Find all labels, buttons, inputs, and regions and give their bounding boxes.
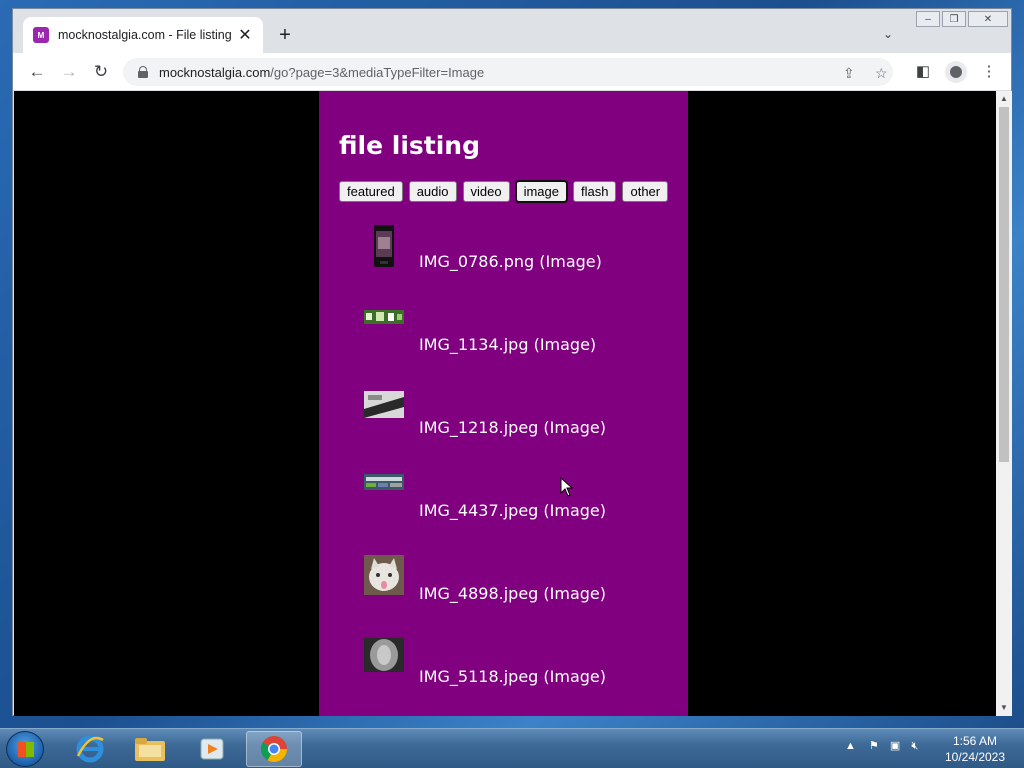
clock-time: 1:56 AM xyxy=(952,734,998,748)
back-arrow-icon[interactable]: ← xyxy=(25,61,49,83)
screen-photo-thumbnail[interactable] xyxy=(364,474,404,490)
action-center-flag-icon[interactable]: ⚑ xyxy=(869,740,879,752)
file-name-link[interactable]: IMG_4898.jpeg (Image) xyxy=(419,584,606,603)
browser-tab[interactable]: M mocknostalgia.com - File listing ✕ xyxy=(23,17,263,53)
site-favicon-icon: M xyxy=(33,27,49,43)
bookmark-star-icon[interactable]: ☆ xyxy=(875,65,888,82)
tab-strip: M mocknostalgia.com - File listing ✕ + ⌄… xyxy=(13,9,1011,53)
xray-photo-thumbnail[interactable] xyxy=(364,638,404,672)
page-scrollbar[interactable]: ▲ ▼ xyxy=(996,91,1012,716)
new-tab-icon[interactable]: + xyxy=(273,23,297,47)
share-icon[interactable]: ⇪ xyxy=(843,65,855,82)
profile-avatar-icon[interactable] xyxy=(945,61,967,83)
tab-title: mocknostalgia.com - File listing xyxy=(58,28,232,42)
url-host: mocknostalgia.com xyxy=(159,64,271,80)
clock-date: 10/24/2023 xyxy=(944,750,1006,764)
list-item[interactable]: IMG_1218.jpeg (Image) xyxy=(364,391,684,476)
filter-other-button[interactable]: other xyxy=(622,181,669,202)
tab-close-icon[interactable]: ✕ xyxy=(237,25,253,45)
list-item[interactable]: IMG_4898.jpeg (Image) xyxy=(364,555,684,642)
tab-search-chevron-icon[interactable]: ⌄ xyxy=(883,27,893,41)
address-bar[interactable]: mocknostalgia.com/go?page=3&mediaTypeFil… xyxy=(123,58,893,86)
browser-toolbar: ← → ↻ mocknostalgia.com/go?page=3&mediaT… xyxy=(13,53,1011,91)
system-tray: ▲ ⚑ ▣ 🔇︎ xyxy=(845,739,918,753)
url-path: /go?page=3&mediaTypeFilter=Image xyxy=(270,64,485,80)
file-explorer-icon[interactable] xyxy=(122,731,178,767)
windows-taskbar: ▲ ⚑ ▣ 🔇︎ 1:56 AM 10/24/2023 xyxy=(0,728,1024,768)
browser-window: M mocknostalgia.com - File listing ✕ + ⌄… xyxy=(12,8,1012,716)
filter-featured-button[interactable]: featured xyxy=(339,181,403,202)
scrollbar-thumb[interactable] xyxy=(999,107,1009,462)
filter-image-button[interactable]: image xyxy=(514,180,569,203)
banner-photo-thumbnail[interactable] xyxy=(364,310,404,324)
filter-flash-button[interactable]: flash xyxy=(573,181,617,202)
list-item[interactable]: IMG_5118.jpeg (Image) xyxy=(364,638,684,716)
close-window-icon[interactable]: ✕ xyxy=(968,11,1008,27)
filter-audio-button[interactable]: audio xyxy=(408,181,457,202)
file-name-link[interactable]: IMG_0786.png (Image) xyxy=(419,252,602,271)
start-button[interactable] xyxy=(6,731,44,767)
forward-arrow-icon[interactable]: → xyxy=(57,61,81,83)
page-title: file listing xyxy=(339,131,480,160)
side-panel-icon[interactable]: ◧ xyxy=(913,62,933,80)
media-player-icon[interactable] xyxy=(184,731,240,767)
mouse-cursor-icon xyxy=(560,477,574,497)
list-item[interactable]: IMG_4437.jpeg (Image) xyxy=(364,474,684,559)
restore-icon[interactable]: ❐ xyxy=(942,11,966,27)
volume-muted-icon[interactable]: 🔇︎ xyxy=(911,740,918,752)
scroll-up-arrow-icon[interactable]: ▲ xyxy=(1000,94,1008,103)
filter-video-button[interactable]: video xyxy=(462,181,510,202)
chrome-icon[interactable] xyxy=(246,731,302,767)
file-name-link[interactable]: IMG_1218.jpeg (Image) xyxy=(419,418,606,437)
internet-explorer-icon[interactable] xyxy=(62,731,118,767)
scroll-down-arrow-icon[interactable]: ▼ xyxy=(1000,703,1008,712)
lock-icon[interactable] xyxy=(137,66,149,78)
media-filter-bar: featured audio video image flash other xyxy=(339,180,669,203)
content-column: file listing featured audio video image … xyxy=(319,91,688,716)
tray-expand-icon[interactable]: ▲ xyxy=(845,740,856,752)
menu-kebab-icon[interactable]: ⋮ xyxy=(979,62,999,80)
file-name-link[interactable]: IMG_4437.jpeg (Image) xyxy=(419,501,606,520)
list-item[interactable]: IMG_1134.jpg (Image) xyxy=(364,310,684,393)
minimize-icon[interactable]: – xyxy=(916,11,940,27)
phone-photo-thumbnail[interactable] xyxy=(374,225,394,267)
file-name-link[interactable]: IMG_5118.jpeg (Image) xyxy=(419,667,606,686)
list-item[interactable]: IMG_0786.png (Image) xyxy=(364,225,684,310)
page-viewport: file listing featured audio video image … xyxy=(14,91,997,716)
device-photo-thumbnail[interactable] xyxy=(364,391,404,418)
reload-icon[interactable]: ↻ xyxy=(89,61,113,83)
network-icon[interactable]: ▣ xyxy=(890,740,900,752)
file-list: IMG_0786.png (Image) IMG_1134.jpg (Image… xyxy=(364,225,684,716)
cat-photo-thumbnail[interactable] xyxy=(364,555,404,595)
file-name-link[interactable]: IMG_1134.jpg (Image) xyxy=(419,335,596,354)
taskbar-clock[interactable]: 1:56 AM 10/24/2023 xyxy=(940,733,1010,765)
